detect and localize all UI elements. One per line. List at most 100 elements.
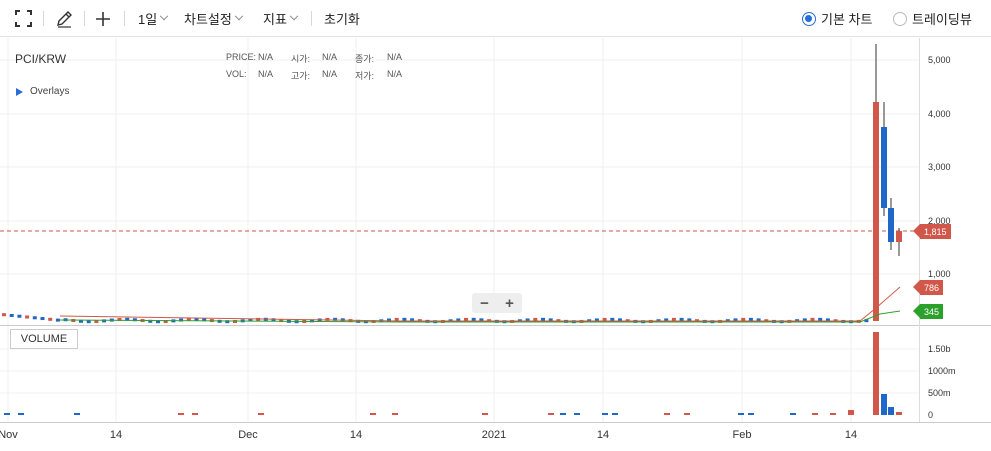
reset-label: 초기화	[324, 12, 360, 27]
volume-bar	[602, 413, 608, 415]
time-tick: 14	[349, 429, 363, 441]
zoom-in-button[interactable]: +	[497, 293, 522, 313]
volume-bar	[560, 413, 566, 415]
vol-label: VOL:	[226, 69, 247, 79]
chart-settings-label: 차트설정	[184, 12, 232, 27]
up-candle	[25, 315, 30, 319]
high-label: 고가:	[291, 71, 311, 81]
down-candle	[402, 317, 407, 321]
up-candle	[533, 317, 538, 321]
radio-selected-icon	[802, 11, 816, 26]
volume-bar	[548, 413, 554, 415]
time-tick: 14	[109, 429, 123, 441]
interval-label: 1일	[138, 12, 158, 27]
up-candle	[602, 317, 607, 321]
volume-bar	[4, 413, 10, 415]
down-candle	[888, 208, 894, 242]
volume-bar	[881, 394, 887, 415]
vol-value: N/A	[258, 69, 274, 79]
open-value: N/A	[322, 52, 338, 62]
volume-bar	[574, 413, 580, 415]
volume-tick: 1.50b	[928, 344, 951, 354]
volume-bar	[370, 413, 376, 415]
volume-bar	[790, 413, 796, 415]
zoom-out-button[interactable]: −	[472, 293, 497, 313]
down-candle	[610, 317, 615, 321]
volume-tick: 0	[928, 410, 934, 420]
chart-toolbar: 1일 차트설정 지표 초기화 기본 차트 트레이딩뷰	[0, 0, 991, 37]
overlays-toggle[interactable]: Overlays	[16, 86, 69, 97]
volume-bar	[896, 412, 902, 415]
time-tick: Nov	[0, 429, 18, 441]
close-value: N/A	[387, 52, 403, 62]
down-candle	[818, 317, 823, 321]
price-tick: 4,000	[928, 109, 951, 119]
chart-settings-dropdown[interactable]: 차트설정	[184, 0, 244, 37]
time-tick: 14	[844, 429, 858, 441]
up-candle	[741, 317, 746, 321]
volume-bar	[830, 413, 836, 415]
up-candle	[873, 102, 879, 321]
add-button[interactable]	[95, 0, 111, 37]
down-candle	[679, 317, 684, 321]
price-chart[interactable]	[0, 38, 919, 422]
down-candle	[55, 318, 60, 322]
down-candle	[541, 317, 545, 321]
volume-bar	[738, 413, 744, 415]
interval-dropdown[interactable]: 1일	[138, 0, 169, 37]
volume-tick: 1000m	[928, 366, 956, 376]
volume-bar	[74, 413, 80, 415]
overlays-label: Overlays	[30, 86, 70, 97]
volume-bar	[192, 413, 198, 415]
caret-right-icon	[16, 87, 23, 96]
volume-bar	[482, 413, 488, 415]
indicators-dropdown[interactable]: 지표	[263, 0, 299, 37]
reset-button[interactable]: 초기화	[324, 0, 360, 37]
basic-chart-radio[interactable]: 기본 차트	[802, 0, 872, 37]
down-candle	[9, 313, 14, 317]
volume-bar	[178, 413, 184, 415]
volume-bar	[812, 413, 818, 415]
volume-bar	[392, 413, 398, 415]
volume-bar	[612, 413, 618, 415]
up-candle	[48, 317, 53, 321]
close-label: 종가:	[355, 54, 375, 64]
time-tick: Feb	[732, 429, 752, 441]
radio-unselected-icon	[893, 11, 907, 26]
price-tick: 1,000	[928, 269, 951, 279]
up-candle	[896, 231, 902, 242]
chart-widget: 1일 차트설정 지표 초기화 기본 차트 트레이딩뷰 PCI/KRW PRICE…	[0, 0, 991, 451]
time-tick: 2021	[481, 429, 507, 441]
down-candle	[40, 317, 45, 321]
volume-bar	[684, 413, 690, 415]
tradingview-radio[interactable]: 트레이딩뷰	[893, 0, 972, 37]
chevron-down-icon	[159, 11, 169, 20]
up-candle	[2, 313, 6, 317]
current-price-tag: 1,815	[913, 224, 951, 239]
up-candle	[810, 317, 815, 321]
down-candle	[881, 127, 887, 208]
open-label: 시가:	[291, 54, 311, 64]
volume-tick: 500m	[928, 388, 951, 398]
volume-indicator-label[interactable]: VOLUME	[10, 329, 78, 349]
fullscreen-icon	[15, 10, 32, 27]
down-candle	[17, 314, 22, 318]
pane-divider[interactable]	[0, 325, 991, 326]
high-value: N/A	[322, 69, 338, 79]
volume-bar	[873, 332, 879, 415]
price-value: N/A	[258, 52, 274, 62]
volume-bar	[888, 407, 894, 415]
down-candle	[748, 317, 753, 321]
tradingview-label: 트레이딩뷰	[912, 12, 972, 27]
zoom-controls: − +	[472, 293, 522, 313]
time-tick: 14	[596, 429, 610, 441]
draw-button[interactable]	[55, 0, 73, 37]
ma-green-tag: 345	[912, 304, 944, 319]
fullscreen-button[interactable]	[15, 0, 32, 37]
price-tick: 3,000	[928, 162, 951, 172]
chevron-down-icon	[234, 11, 244, 20]
volume-bar	[848, 410, 854, 415]
indicators-label: 지표	[263, 12, 287, 27]
down-candle	[471, 317, 476, 321]
time-tick: Dec	[238, 429, 258, 441]
